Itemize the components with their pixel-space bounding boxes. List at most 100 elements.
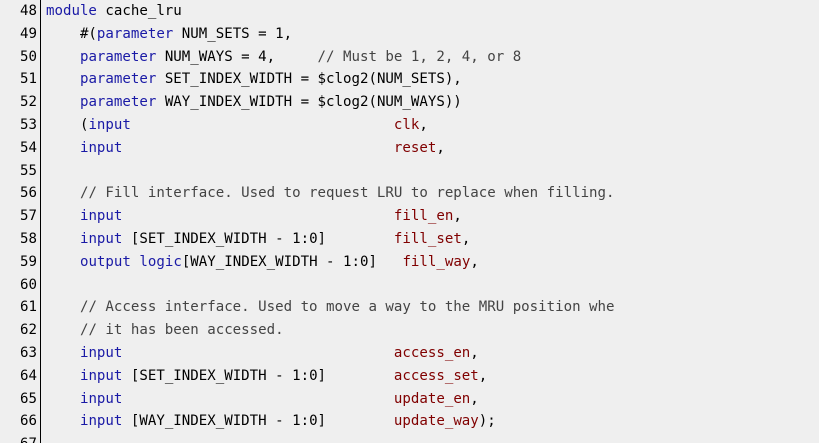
- code-line[interactable]: 67: [0, 433, 819, 443]
- code-line[interactable]: 53 (input clk,: [0, 114, 819, 137]
- signal-name-token: access_en: [393, 344, 471, 361]
- line-number: 64: [20, 367, 37, 384]
- code-line[interactable]: 51 parameter SET_INDEX_WIDTH = $clog2(NU…: [0, 68, 819, 91]
- line-number: 53: [20, 116, 37, 133]
- code-text-token: NUM_SETS = 1,: [173, 25, 293, 42]
- line-number: 65: [20, 390, 37, 407]
- line-number: 49: [20, 25, 37, 42]
- code-line[interactable]: 49 #(parameter NUM_SETS = 1,: [0, 23, 819, 46]
- code-content: // Access interface. Used to move a way …: [46, 296, 615, 319]
- code-content: output logic[WAY_INDEX_WIDTH - 1:0] fill…: [46, 251, 479, 274]
- code-text-token: );: [478, 413, 496, 430]
- code-line[interactable]: 56 // Fill interface. Used to request LR…: [0, 182, 819, 205]
- signal-name-token: fill_en: [393, 208, 454, 225]
- signal-name-token: fill_way: [402, 253, 471, 270]
- code-line[interactable]: 58 input [SET_INDEX_WIDTH - 1:0] fill_se…: [0, 228, 819, 251]
- keyword-token: logic: [139, 253, 182, 270]
- signal-name-token: clk: [393, 116, 420, 133]
- code-content: parameter NUM_WAYS = 4, // Must be 1, 2,…: [46, 46, 521, 69]
- code-text-token: ,: [419, 116, 428, 133]
- keyword-token: input: [79, 344, 123, 361]
- keyword-token: input: [79, 139, 123, 156]
- line-number: 54: [20, 139, 37, 156]
- code-line[interactable]: 50 parameter NUM_WAYS = 4, // Must be 1,…: [0, 46, 819, 69]
- code-line[interactable]: 60: [0, 274, 819, 297]
- line-number: 62: [20, 322, 37, 339]
- code-content: parameter SET_INDEX_WIDTH = $clog2(NUM_S…: [46, 68, 462, 91]
- line-number: 67: [0, 433, 37, 443]
- line-number: 58: [20, 230, 37, 247]
- code-text-token: [SET_INDEX_WIDTH - 1:0]: [122, 367, 394, 384]
- code-text-token: [SET_INDEX_WIDTH - 1:0]: [122, 230, 394, 247]
- line-number: 63: [20, 344, 37, 361]
- line-number: 55: [20, 162, 37, 179]
- code-content: // it has been accessed.: [46, 319, 284, 342]
- comment-token: // it has been accessed.: [79, 322, 284, 339]
- code-line[interactable]: 61 // Access interface. Used to move a w…: [0, 296, 819, 319]
- code-text-token: SET_INDEX_WIDTH = $clog2(NUM_SETS),: [156, 71, 462, 88]
- line-number: 50: [20, 48, 37, 65]
- code-line[interactable]: 48 module cache_lru: [0, 0, 819, 23]
- comment-token: // Fill interface. Used to request LRU t…: [79, 185, 615, 202]
- code-content: input reset,: [46, 137, 445, 160]
- code-content: input access_en,: [46, 342, 479, 365]
- signal-name-token: access_set: [393, 367, 479, 384]
- code-content: input fill_en,: [46, 205, 462, 228]
- code-lines: 48 module cache_lru 49 #(parameter NUM_SET…: [0, 0, 819, 443]
- comment-token: // Access interface. Used to move a way …: [79, 299, 615, 316]
- code-text-token: ,: [470, 253, 479, 270]
- keyword-token: input: [79, 230, 123, 247]
- code-line[interactable]: 62 // it has been accessed.: [0, 319, 819, 342]
- code-line[interactable]: 57 input fill_en,: [0, 205, 819, 228]
- code-content: input [SET_INDEX_WIDTH - 1:0] fill_set,: [46, 228, 470, 251]
- keyword-token: output: [79, 253, 131, 270]
- code-line[interactable]: 66 input [WAY_INDEX_WIDTH - 1:0] update_…: [0, 410, 819, 433]
- code-line[interactable]: 52 parameter WAY_INDEX_WIDTH = $clog2(NU…: [0, 91, 819, 114]
- keyword-token: parameter: [96, 25, 174, 42]
- line-number: 51: [20, 71, 37, 88]
- keyword-token: input: [79, 208, 123, 225]
- code-line[interactable]: 65 input update_en,: [0, 388, 819, 411]
- keyword-token: input: [79, 413, 123, 430]
- code-content: input [SET_INDEX_WIDTH - 1:0] access_set…: [46, 365, 487, 388]
- code-text-token: ,: [436, 139, 445, 156]
- line-number: 60: [20, 276, 37, 293]
- line-number: 57: [20, 208, 37, 225]
- line-number: 66: [20, 413, 37, 430]
- code-text-token: #(: [46, 25, 97, 42]
- code-text-token: (: [46, 116, 89, 133]
- signal-name-token: update_way: [393, 413, 479, 430]
- code-line[interactable]: 59 output logic[WAY_INDEX_WIDTH - 1:0] f…: [0, 251, 819, 274]
- code-line[interactable]: 63 input access_en,: [0, 342, 819, 365]
- code-line[interactable]: 55: [0, 160, 819, 183]
- code-text-token: [WAY_INDEX_WIDTH - 1:0]: [181, 253, 403, 270]
- line-number: 61: [20, 299, 37, 316]
- code-line[interactable]: 64 input [SET_INDEX_WIDTH - 1:0] access_…: [0, 365, 819, 388]
- code-content: #(parameter NUM_SETS = 1,: [46, 23, 292, 46]
- line-number: 52: [20, 94, 37, 111]
- code-editor[interactable]: 48 module cache_lru 49 #(parameter NUM_SET…: [0, 0, 819, 443]
- code-line[interactable]: 54 input reset,: [0, 137, 819, 160]
- line-number: 56: [20, 185, 37, 202]
- code-text-token: ,: [470, 344, 479, 361]
- keyword-token: input: [88, 116, 131, 133]
- code-content: module cache_lru: [46, 0, 182, 23]
- line-number: 59: [20, 253, 37, 270]
- code-text-token: ,: [470, 390, 479, 407]
